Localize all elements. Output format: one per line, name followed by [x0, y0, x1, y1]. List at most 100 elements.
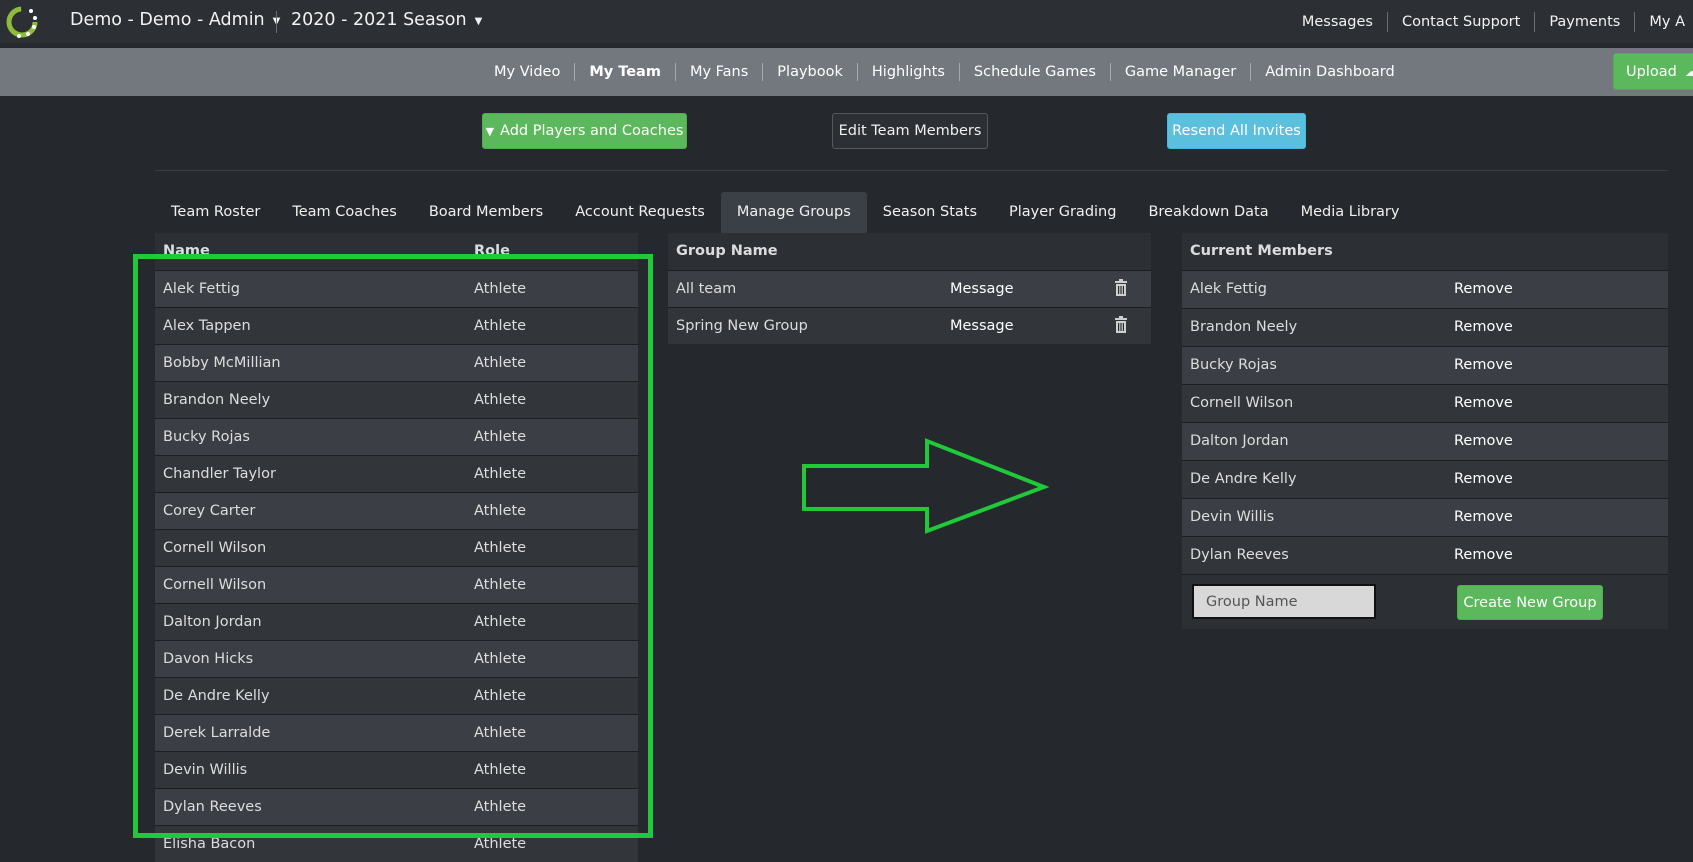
- group-name-input[interactable]: [1192, 584, 1376, 619]
- remove-member-link[interactable]: Remove: [1454, 423, 1513, 460]
- tab-team-coaches[interactable]: Team Coaches: [276, 192, 412, 233]
- add-players-label: Add Players and Coaches: [500, 123, 684, 139]
- name-column-header: Name: [163, 243, 210, 259]
- tab-board-members[interactable]: Board Members: [413, 192, 559, 233]
- roster-table: Name Role Alek Fettig Athlete Alex Tappen A…: [155, 233, 638, 862]
- message-group-link[interactable]: Message: [950, 271, 1014, 307]
- group-name: Spring New Group: [676, 318, 808, 334]
- nav-my-video[interactable]: My Video: [480, 63, 574, 81]
- player-name: Corey Carter: [163, 503, 256, 519]
- table-row[interactable]: Alek Fettig Athlete: [155, 270, 638, 307]
- table-row[interactable]: All team Message: [668, 270, 1151, 307]
- team-switcher-label: Demo - Demo - Admin: [70, 10, 265, 30]
- member-name: Bucky Rojas: [1190, 357, 1277, 373]
- player-role: Athlete: [474, 503, 527, 519]
- player-name: Devin Willis: [163, 762, 248, 778]
- my-account-link[interactable]: My A: [1634, 11, 1693, 32]
- current-members-column-header: Current Members: [1190, 243, 1333, 259]
- remove-member-link[interactable]: Remove: [1454, 309, 1513, 346]
- nav-my-team[interactable]: My Team: [574, 63, 675, 81]
- trash-icon[interactable]: [1114, 279, 1128, 297]
- remove-member-link[interactable]: Remove: [1454, 537, 1513, 574]
- table-row[interactable]: Dalton Jordan Athlete: [155, 603, 638, 640]
- nav-my-fans[interactable]: My Fans: [674, 63, 762, 81]
- season-switcher[interactable]: 2020 - 2021 Season ▼: [291, 10, 482, 30]
- player-name: Alek Fettig: [163, 281, 240, 297]
- payments-link[interactable]: Payments: [1534, 11, 1634, 32]
- nav-game-manager[interactable]: Game Manager: [1109, 63, 1250, 81]
- table-row[interactable]: Chandler Taylor Athlete: [155, 455, 638, 492]
- table-row[interactable]: Spring New Group Message: [668, 307, 1151, 344]
- create-new-group-button[interactable]: Create New Group: [1457, 585, 1603, 620]
- table-row[interactable]: Bobby McMillian Athlete: [155, 344, 638, 381]
- upload-cloud-icon: ☁: [1684, 63, 1693, 80]
- tab-account-requests[interactable]: Account Requests: [559, 192, 721, 233]
- tab-breakdown-data[interactable]: Breakdown Data: [1132, 192, 1284, 233]
- members-table: Current Members Alek Fettig Remove Brandon…: [1182, 233, 1668, 629]
- table-row: Alek Fettig Remove: [1182, 270, 1668, 308]
- divider: [155, 170, 1668, 171]
- nav-schedule-games[interactable]: Schedule Games: [958, 63, 1110, 81]
- member-name: Alek Fettig: [1190, 281, 1267, 297]
- groups-table-header: Group Name: [668, 233, 1151, 270]
- player-name: Alex Tappen: [163, 318, 251, 334]
- divider: [276, 11, 277, 33]
- members-table-header: Current Members: [1182, 233, 1668, 270]
- table-row[interactable]: Derek Larralde Athlete: [155, 714, 638, 751]
- player-name: De Andre Kelly: [163, 688, 270, 704]
- tab-media-library[interactable]: Media Library: [1285, 192, 1416, 233]
- table-row[interactable]: Davon Hicks Athlete: [155, 640, 638, 677]
- roster-table-header: Name Role: [155, 233, 638, 270]
- table-row[interactable]: De Andre Kelly Athlete: [155, 677, 638, 714]
- member-name: Dalton Jordan: [1190, 433, 1289, 449]
- group-name: All team: [676, 281, 737, 297]
- table-row[interactable]: Corey Carter Athlete: [155, 492, 638, 529]
- player-role: Athlete: [474, 836, 527, 852]
- tab-player-grading[interactable]: Player Grading: [993, 192, 1132, 233]
- table-row[interactable]: Alex Tappen Athlete: [155, 307, 638, 344]
- upload-button[interactable]: Upload ☁: [1613, 53, 1693, 90]
- resend-all-invites-button[interactable]: Resend All Invites: [1167, 113, 1306, 149]
- remove-member-link[interactable]: Remove: [1454, 461, 1513, 498]
- team-switcher[interactable]: Demo - Demo - Admin ▼: [70, 10, 280, 30]
- nav-admin-dashboard[interactable]: Admin Dashboard: [1250, 63, 1409, 81]
- member-name: Devin Willis: [1190, 509, 1275, 525]
- player-role: Athlete: [474, 762, 527, 778]
- tab-team-roster[interactable]: Team Roster: [155, 192, 276, 233]
- messages-link[interactable]: Messages: [1288, 12, 1387, 32]
- table-row[interactable]: Cornell Wilson Athlete: [155, 566, 638, 603]
- remove-member-link[interactable]: Remove: [1454, 271, 1513, 308]
- remove-member-link[interactable]: Remove: [1454, 347, 1513, 384]
- nav-playbook[interactable]: Playbook: [762, 63, 857, 81]
- table-row[interactable]: Brandon Neely Athlete: [155, 381, 638, 418]
- table-row[interactable]: Bucky Rojas Athlete: [155, 418, 638, 455]
- top-links: Messages Contact Support Payments My A: [1288, 0, 1693, 43]
- table-row: Dylan Reeves Remove: [1182, 536, 1668, 574]
- contact-support-link[interactable]: Contact Support: [1386, 11, 1534, 32]
- remove-member-link[interactable]: Remove: [1454, 385, 1513, 422]
- top-bar: Demo - Demo - Admin ▼ 2020 - 2021 Season…: [0, 0, 1693, 43]
- remove-member-link[interactable]: Remove: [1454, 499, 1513, 536]
- nav-highlights[interactable]: Highlights: [856, 63, 959, 81]
- player-name: Brandon Neely: [163, 392, 271, 408]
- member-name: Cornell Wilson: [1190, 395, 1294, 411]
- table-row[interactable]: Dylan Reeves Athlete: [155, 788, 638, 825]
- trash-icon[interactable]: [1114, 316, 1128, 334]
- table-row[interactable]: Cornell Wilson Athlete: [155, 529, 638, 566]
- tab-season-stats[interactable]: Season Stats: [867, 192, 993, 233]
- group-rows: All team Message Spring New Group Message: [668, 270, 1151, 344]
- player-role: Athlete: [474, 355, 527, 371]
- app-logo-icon[interactable]: [2, 2, 38, 38]
- role-column-header: Role: [474, 243, 510, 259]
- season-switcher-label: 2020 - 2021 Season: [291, 10, 467, 30]
- tab-manage-groups[interactable]: Manage Groups: [720, 192, 867, 233]
- player-role: Athlete: [474, 540, 527, 556]
- add-players-button[interactable]: ▼ Add Players and Coaches: [482, 113, 687, 149]
- member-name: De Andre Kelly: [1190, 471, 1297, 487]
- edit-team-members-button[interactable]: Edit Team Members: [832, 113, 988, 149]
- table-row[interactable]: Devin Willis Athlete: [155, 751, 638, 788]
- main-nav: My Video My Team My Fans Playbook Highli…: [0, 48, 1693, 96]
- team-tabs: Team Roster Team Coaches Board Members A…: [155, 192, 1415, 233]
- message-group-link[interactable]: Message: [950, 308, 1014, 344]
- table-row: Cornell Wilson Remove: [1182, 384, 1668, 422]
